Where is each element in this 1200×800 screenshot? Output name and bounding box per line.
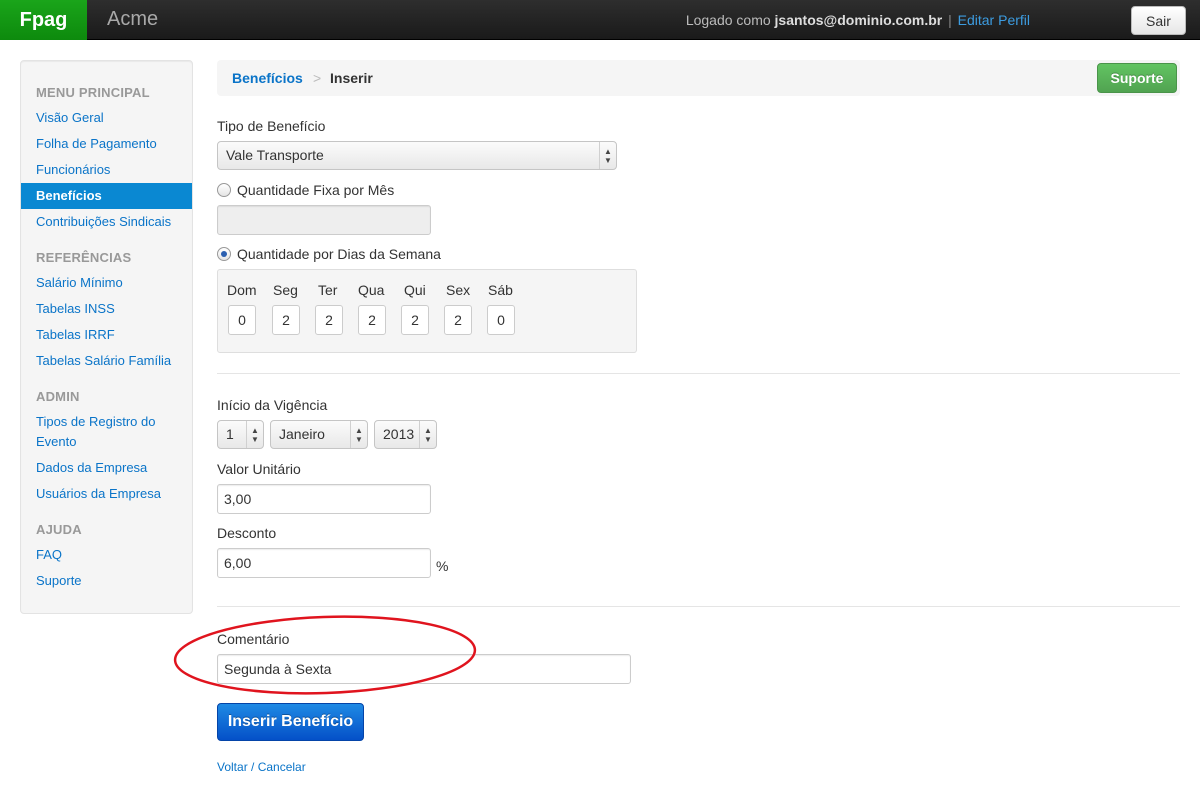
breadcrumb: Benefícios > Inserir Suporte [217,60,1180,96]
select-arrows-icon: ▲ ▼ [350,421,367,448]
fixed-quantity-radio[interactable] [217,183,231,197]
benefit-type-label: Tipo de Benefício [217,118,326,134]
comment-input[interactable]: Segunda à Sexta [217,654,631,684]
start-month-select[interactable]: Janeiro ▲ ▼ [270,420,368,449]
benefit-type-value: Vale Transporte [226,147,324,163]
discount-label: Desconto [217,525,277,541]
sidebar-item-overview[interactable]: Visão Geral [21,105,192,131]
back-cancel-link[interactable]: Voltar / Cancelar [217,760,306,774]
benefit-type-select[interactable]: Vale Transporte ▲ ▼ [217,141,617,170]
day-input-thu[interactable]: 2 [401,305,429,335]
day-input-fri[interactable]: 2 [444,305,472,335]
start-day-value: 1 [226,426,234,442]
section-divider [217,373,1180,374]
fixed-quantity-label: Quantidade Fixa por Mês [237,182,395,198]
weekday-quantity-radio[interactable] [217,247,231,261]
sidebar-item-minimum-wage[interactable]: Salário Mínimo [21,270,192,296]
weekday-quantity-label: Quantidade por Dias da Semana [237,246,441,262]
sidebar-item-event-record-types[interactable]: Tipos de Registro do Evento [21,409,192,455]
sidebar-item-inss-tables[interactable]: Tabelas INSS [21,296,192,322]
day-input-mon[interactable]: 2 [272,305,300,335]
select-arrows-icon: ▲ ▼ [246,421,263,448]
discount-input[interactable]: 6,00 [217,548,431,578]
day-input-sun[interactable]: 0 [228,305,256,335]
weekday-quantities-panel: Dom Seg Ter Qua Qui Sex Sáb 0 2 2 2 2 2 … [217,269,637,353]
breadcrumb-divider: > [313,70,322,86]
sidebar-item-company-data[interactable]: Dados da Empresa [21,455,192,481]
section-divider [217,606,1180,607]
fixed-quantity-option[interactable]: Quantidade Fixa por Mês [217,180,394,200]
sidebar-item-employees[interactable]: Funcionários [21,157,192,183]
discount-percent-sign: % [436,558,449,574]
sidebar-item-support[interactable]: Suporte [21,568,192,594]
day-label-wed: Qua [358,282,385,298]
day-label-fri: Sex [446,282,471,298]
brand-logo[interactable]: Fpag [0,0,87,40]
start-month-value: Janeiro [279,426,325,442]
day-label-thu: Qui [404,282,426,298]
sidebar-item-company-users[interactable]: Usuários da Empresa [21,481,192,507]
sidebar-header-references: REFERÊNCIAS [36,250,132,265]
user-email: jsantos@dominio.com.br [774,12,943,28]
insert-benefit-button[interactable]: Inserir Benefício [217,703,364,741]
sidebar-header-main: MENU PRINCIPAL [36,85,150,100]
sidebar-header-help: AJUDA [36,522,82,537]
edit-profile-link[interactable]: Editar Perfil [958,12,1030,28]
sidebar-item-union-contributions[interactable]: Contribuições Sindicais [21,209,192,235]
sidebar-header-admin: ADMIN [36,389,80,404]
weekday-quantity-option[interactable]: Quantidade por Dias da Semana [217,244,441,264]
day-label-tue: Ter [318,282,338,298]
unit-value-label: Valor Unitário [217,461,301,477]
sidebar: MENU PRINCIPAL Visão Geral Folha de Paga… [20,60,193,614]
start-year-value: 2013 [383,426,415,442]
support-button[interactable]: Suporte [1097,63,1177,93]
start-date-label: Início da Vigência [217,397,328,413]
select-arrows-icon: ▲ ▼ [419,421,436,448]
fixed-quantity-input[interactable] [217,205,431,235]
day-label-mon: Seg [273,282,298,298]
day-input-tue[interactable]: 2 [315,305,343,335]
start-year-select[interactable]: 2013 ▲ ▼ [374,420,437,449]
select-arrows-icon: ▲ ▼ [599,142,616,169]
day-input-sat[interactable]: 0 [487,305,515,335]
sidebar-item-family-wage-tables[interactable]: Tabelas Salário Família [21,348,192,374]
top-navbar: Fpag Acme Logado como jsantos@dominio.co… [0,0,1200,40]
user-separator: | [948,12,952,28]
breadcrumb-current: Inserir [330,70,373,86]
user-info: Logado como jsantos@dominio.com.br | Edi… [686,12,1030,28]
day-label-sat: Sáb [488,282,513,298]
day-input-wed[interactable]: 2 [358,305,386,335]
sidebar-item-faq[interactable]: FAQ [21,542,192,568]
breadcrumb-benefits-link[interactable]: Benefícios [232,70,303,86]
sidebar-item-benefits[interactable]: Benefícios [21,183,192,209]
logout-button[interactable]: Sair [1131,6,1186,35]
sidebar-item-payroll[interactable]: Folha de Pagamento [21,131,192,157]
day-label-sun: Dom [227,282,257,298]
comment-label: Comentário [217,631,290,647]
start-day-select[interactable]: 1 ▲ ▼ [217,420,264,449]
company-name: Acme [107,8,159,30]
unit-value-input[interactable]: 3,00 [217,484,431,514]
logged-in-label: Logado como [685,12,771,28]
sidebar-item-irrf-tables[interactable]: Tabelas IRRF [21,322,192,348]
